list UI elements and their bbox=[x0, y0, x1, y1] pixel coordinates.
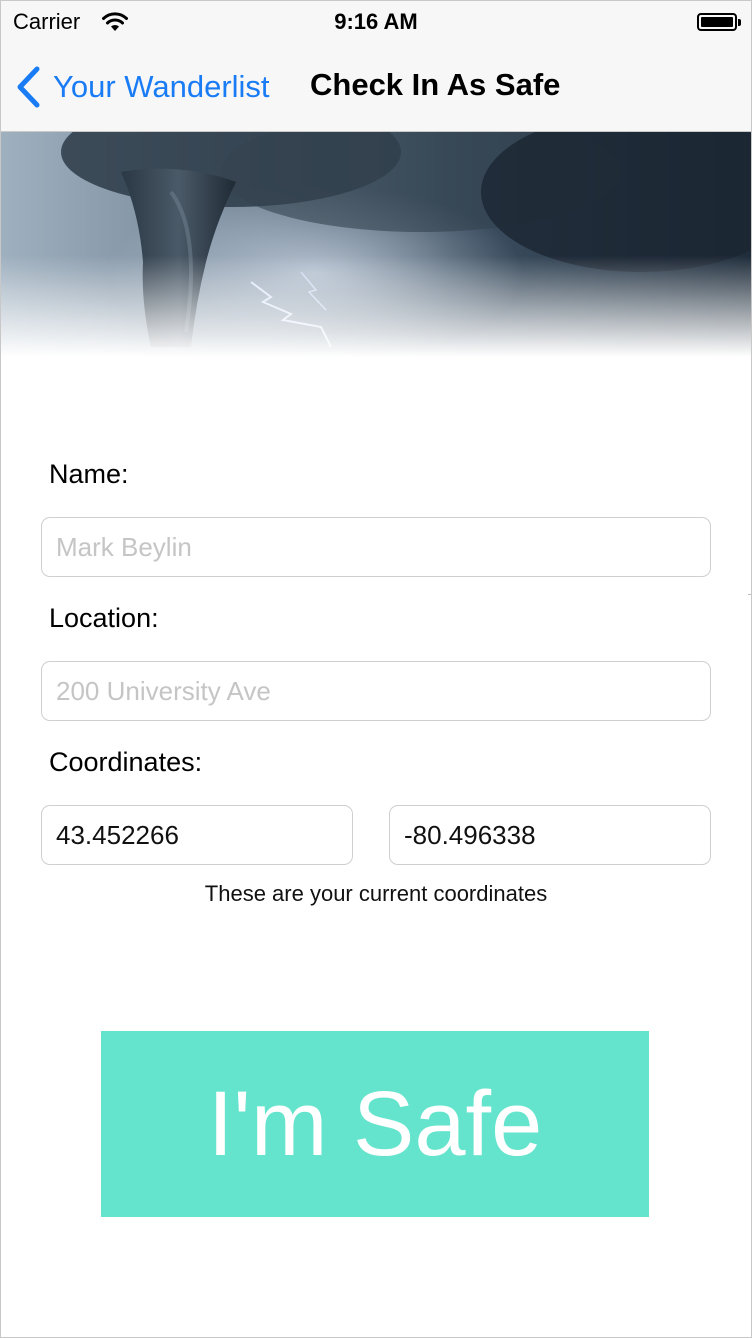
im-safe-button[interactable]: I'm Safe bbox=[101, 1031, 649, 1217]
name-field[interactable] bbox=[41, 517, 711, 577]
latitude-field[interactable] bbox=[41, 805, 353, 865]
location-label: Location: bbox=[49, 603, 159, 633]
name-label: Name: bbox=[49, 459, 129, 489]
storm-header-image bbox=[1, 132, 751, 357]
edge-divider bbox=[748, 594, 751, 595]
navigation-bar: Your Wanderlist Check In As Safe bbox=[1, 51, 751, 123]
page-title: Check In As Safe bbox=[310, 67, 561, 102]
coordinates-label: Coordinates: bbox=[49, 747, 203, 777]
longitude-field[interactable] bbox=[389, 805, 711, 865]
back-button-label: Your Wanderlist bbox=[53, 69, 270, 104]
chevron-left-icon bbox=[15, 66, 41, 108]
battery-icon bbox=[697, 13, 741, 31]
back-button[interactable]: Your Wanderlist bbox=[15, 65, 270, 109]
app-screen: Carrier 9:16 AM Your Wanderlist Check In… bbox=[0, 0, 752, 1338]
status-bar: Carrier 9:16 AM bbox=[1, 1, 751, 41]
location-field[interactable] bbox=[41, 661, 711, 721]
status-time: 9:16 AM bbox=[334, 9, 418, 34]
coordinates-hint: These are your current coordinates bbox=[204, 881, 548, 906]
top-bar: Carrier 9:16 AM Your Wanderlist Check In… bbox=[1, 1, 751, 132]
